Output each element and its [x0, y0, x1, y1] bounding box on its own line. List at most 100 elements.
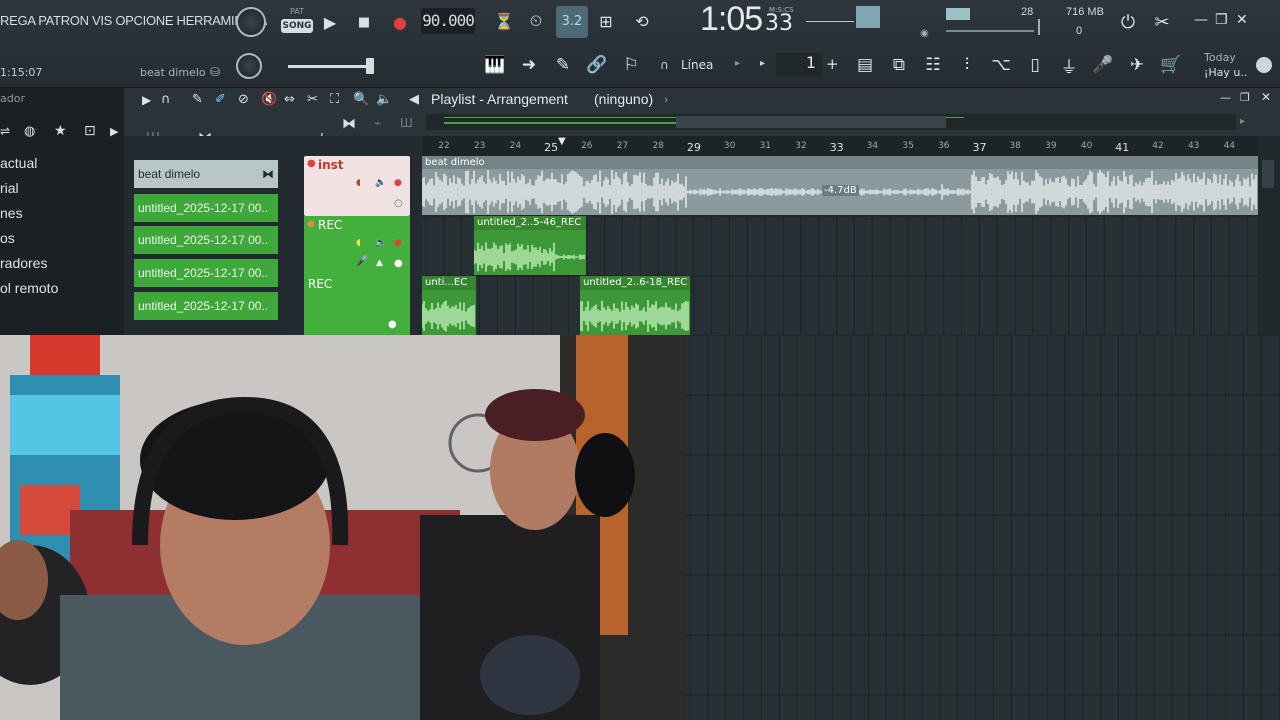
- tempo-display[interactable]: 90.000: [421, 8, 475, 34]
- channel-item[interactable]: untitled_2025-12-17 00..: [134, 259, 278, 287]
- audio-clip-rec1[interactable]: untitled_2..5-46_REC: [474, 216, 586, 275]
- track-select-icon[interactable]: ●: [388, 319, 397, 330]
- restore-icon[interactable]: ❐: [1215, 12, 1228, 28]
- scissors-icon[interactable]: ✂: [1150, 10, 1174, 34]
- power-icon[interactable]: ⏻: [1116, 10, 1140, 34]
- wait-input-icon[interactable]: ⏲: [524, 9, 548, 33]
- channel-item[interactable]: untitled_2025-12-17 00..: [134, 226, 278, 254]
- playlist-minimize-icon[interactable]: —: [1220, 91, 1231, 104]
- automation-small-icon[interactable]: ⌁: [374, 116, 381, 130]
- overview-scrollbar[interactable]: [426, 114, 1236, 130]
- browser-item[interactable]: rial: [0, 180, 19, 196]
- select-tool-icon[interactable]: ⛶: [330, 92, 339, 107]
- playlist-close-icon[interactable]: ✕: [1261, 90, 1271, 104]
- vertical-scrollbar[interactable]: [1258, 136, 1280, 335]
- piano-roll-icon[interactable]: 🎹: [482, 52, 508, 78]
- mute-tool-icon[interactable]: 🔇: [261, 92, 277, 107]
- playlist-arrow-icon[interactable]: ◀: [409, 92, 419, 107]
- scroll-right-icon[interactable]: ▸: [1240, 116, 1245, 127]
- magnet-icon[interactable]: ∩: [660, 58, 669, 72]
- channel-item[interactable]: untitled_2025-12-17 00..: [134, 292, 278, 320]
- mute-icon[interactable]: ◖: [356, 178, 361, 188]
- master-volume-knob[interactable]: [236, 7, 266, 37]
- pattern-selector-chevron-icon[interactable]: ›: [664, 93, 668, 106]
- channel-rack-icon[interactable]: ⧉: [886, 52, 912, 78]
- news-text[interactable]: ¡Hay u..: [1204, 66, 1247, 79]
- timeline-ruler[interactable]: 22 23 24 25 26 27 28 29 30 31 32 33 34 35 36 37 38 39 40 41…: [422, 136, 1258, 156]
- mute-icon[interactable]: ◖: [356, 238, 361, 248]
- metronome-icon[interactable]: ⏳: [492, 9, 516, 33]
- track-header-rec-1[interactable]: ● REC ◖ 🔈 ● 🎤 ▲ ●: [304, 216, 410, 275]
- browser-item[interactable]: os: [0, 230, 15, 246]
- channel-item[interactable]: untitled_2025-12-17 00..: [134, 194, 278, 222]
- paint-tool-icon[interactable]: ✐: [215, 92, 226, 107]
- track-select-icon[interactable]: ○: [394, 198, 403, 209]
- add-pattern-icon[interactable]: +: [826, 55, 839, 73]
- record-icon[interactable]: ●: [388, 10, 412, 34]
- eq-icon[interactable]: ⫶: [954, 52, 980, 78]
- mic-icon[interactable]: 🎤: [1090, 52, 1116, 78]
- mixer-icon[interactable]: ☷: [920, 52, 946, 78]
- countdown-icon[interactable]: 3.2: [556, 6, 588, 38]
- file-icon[interactable]: ▯: [1022, 52, 1048, 78]
- stamp-icon[interactable]: ⚐: [618, 52, 644, 78]
- playlist-restore-icon[interactable]: ❐: [1240, 91, 1250, 104]
- pat-song-toggle[interactable]: PAT SONG: [281, 7, 313, 37]
- speaker-icon[interactable]: 🔈: [375, 238, 386, 248]
- pattern-selector[interactable]: (ninguno): [594, 91, 653, 107]
- browser-item[interactable]: actual: [0, 155, 37, 171]
- picker-small-icon[interactable]: Ш: [400, 116, 413, 130]
- arrangement-area[interactable]: 22 23 24 25 26 27 28 29 30 31 32 33 34 35 36 37 38 39 40 41…: [422, 136, 1258, 335]
- master-pitch-knob[interactable]: [236, 53, 262, 79]
- globe-icon[interactable]: ◍: [24, 124, 35, 139]
- overview-window[interactable]: [676, 116, 946, 128]
- record-arm-icon[interactable]: ●: [394, 238, 402, 248]
- playlist-icon[interactable]: ▤: [852, 52, 878, 78]
- collapse-icon[interactable]: ▲: [376, 258, 383, 268]
- snap-dropdown-icon[interactable]: ▸: [735, 58, 740, 69]
- audio-clip-rec2b[interactable]: untitled_2..6-18_REC: [580, 276, 690, 335]
- tree-icon[interactable]: ⌥: [988, 52, 1014, 78]
- track-header-inst[interactable]: ● inst ◖ 🔈 ● ○: [304, 156, 410, 216]
- playlist-menu-icon[interactable]: ▶: [142, 93, 151, 107]
- mic-input-icon[interactable]: 🎤: [356, 256, 368, 267]
- browser-item[interactable]: ol remoto: [0, 280, 58, 296]
- draw-tool-icon[interactable]: ✎: [192, 92, 203, 107]
- slider-handle[interactable]: [366, 58, 374, 74]
- timeline-zoom-icon[interactable]: ⧓: [342, 116, 356, 132]
- master-volume-slider[interactable]: [288, 65, 368, 68]
- close-icon[interactable]: ✕: [1236, 12, 1248, 28]
- scrollbar-thumb[interactable]: [1262, 160, 1274, 188]
- brush-icon[interactable]: ✎: [550, 52, 576, 78]
- browser-more-icon[interactable]: ▶: [110, 125, 118, 138]
- news-globe-icon[interactable]: [1256, 57, 1272, 73]
- stop-icon[interactable]: ■: [352, 10, 376, 34]
- playhead-marker-icon[interactable]: ▼: [558, 136, 566, 147]
- bird-icon[interactable]: ✈: [1124, 52, 1150, 78]
- snap-mode-label[interactable]: Línea: [681, 58, 713, 72]
- browser-tab-icon[interactable]: ⇌: [0, 124, 10, 138]
- track-select-icon[interactable]: ●: [394, 258, 403, 269]
- link-icon[interactable]: 🔗: [584, 52, 610, 78]
- plugin-icon[interactable]: ⏚: [1056, 52, 1082, 78]
- main-menu[interactable]: REGA PATRON VIS OPCIONE HERRAMIENTA: [0, 13, 267, 28]
- cart-icon[interactable]: 🛒: [1158, 52, 1184, 78]
- speaker-icon[interactable]: 🔈: [375, 178, 386, 188]
- browser-item[interactable]: radores: [0, 255, 47, 271]
- arrow-right-icon[interactable]: ➜: [516, 52, 542, 78]
- record-arm-icon[interactable]: ●: [394, 178, 402, 188]
- browser-item[interactable]: nes: [0, 205, 23, 221]
- pattern-number[interactable]: 1: [776, 53, 822, 77]
- playback-tool-icon[interactable]: 🔈: [376, 92, 392, 107]
- step-edit-icon[interactable]: ⊞: [594, 9, 618, 33]
- pattern-prev-icon[interactable]: ▸: [760, 58, 765, 69]
- audio-clip-rec2a[interactable]: unti...EC: [422, 276, 476, 335]
- magnet-snap-icon[interactable]: ∩: [161, 92, 171, 107]
- arrangement-empty-area[interactable]: [686, 334, 1280, 720]
- loop-record-icon[interactable]: ⟲: [630, 9, 654, 33]
- channel-item[interactable]: beat dimelo ⧓: [134, 160, 278, 188]
- track-header-rec-2[interactable]: REC ●: [304, 275, 410, 335]
- delete-tool-icon[interactable]: ⊘: [238, 92, 249, 107]
- slip-tool-icon[interactable]: ⇔: [284, 92, 295, 107]
- star-icon[interactable]: ★: [54, 123, 67, 139]
